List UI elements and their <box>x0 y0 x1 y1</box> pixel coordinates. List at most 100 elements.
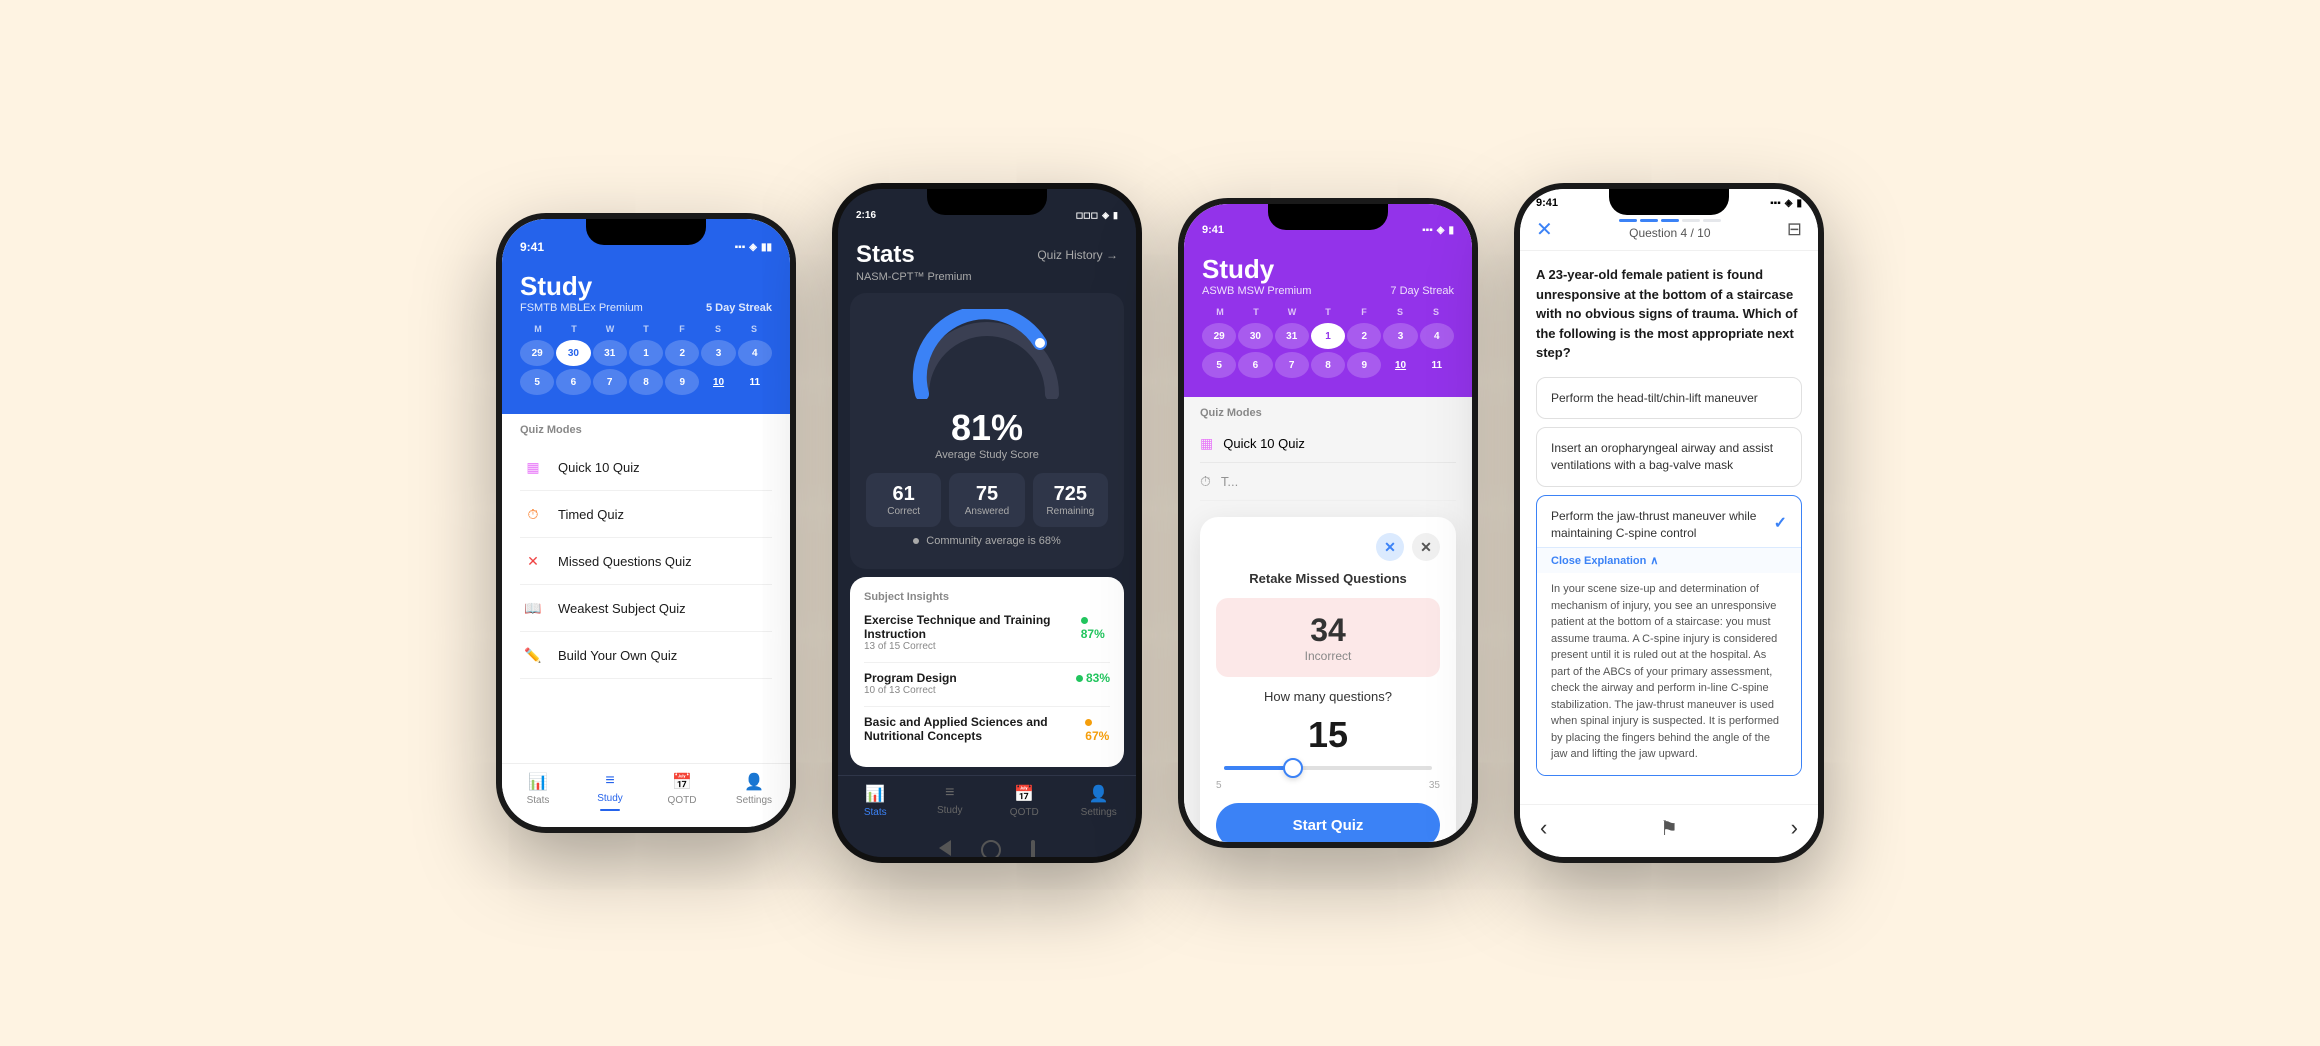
q-bookmark-icon[interactable]: ⊟ <box>1787 219 1802 240</box>
p2-nav-study[interactable]: ≡ Study <box>913 784 988 818</box>
quiz-mode-custom[interactable]: ✏️ Build Your Own Quiz <box>520 632 772 679</box>
p3-cal-8[interactable]: 8 <box>1311 352 1345 378</box>
modal-close-x-btn[interactable]: ✕ <box>1376 533 1404 561</box>
android-home[interactable] <box>981 840 1001 860</box>
answer-option-1[interactable]: Perform the head-tilt/chin-lift maneuver <box>1536 377 1802 420</box>
incorrect-box: 34 Incorrect <box>1216 598 1440 677</box>
stats-title: Stats <box>856 241 915 269</box>
p3-cal-11[interactable]: 11 <box>1420 352 1454 378</box>
insights-title: Subject Insights <box>864 591 1110 603</box>
quiz-mode-weakest[interactable]: 📖 Weakest Subject Quiz <box>520 585 772 632</box>
retake-title: Retake Missed Questions <box>1216 571 1440 586</box>
cal-day-9[interactable]: 9 <box>665 369 699 395</box>
subject-row-3: Basic and Applied Sciences and Nutrition… <box>864 715 1110 743</box>
battery-icon: ▮▮ <box>761 242 772 253</box>
subject-pct-1: 87% <box>1081 613 1110 641</box>
cal-day-1[interactable]: 1 <box>629 340 663 366</box>
cal-day-7[interactable]: 7 <box>593 369 627 395</box>
nav-qotd[interactable]: 📅 QOTD <box>646 772 718 811</box>
nav-settings-label: Settings <box>736 795 772 806</box>
cal-day-10[interactable]: 10 <box>701 369 735 395</box>
quiz-mode-missed[interactable]: ✕ Missed Questions Quiz <box>520 538 772 585</box>
android-recent[interactable] <box>1031 840 1035 860</box>
p2-nav-qotd[interactable]: 📅 QOTD <box>987 784 1062 818</box>
notch-4 <box>1609 189 1729 215</box>
cal-day-8[interactable]: 8 <box>629 369 663 395</box>
check-icon: ✓ <box>1774 513 1787 535</box>
p3-cal-31[interactable]: 31 <box>1275 323 1309 349</box>
answer-option-2[interactable]: Insert an oropharyngeal airway and assis… <box>1536 427 1802 487</box>
cal-day-30[interactable]: 30 <box>556 340 590 366</box>
timed-quiz-icon: ⏱ <box>520 501 546 527</box>
p3-day-s2: S <box>1418 307 1454 317</box>
cal-day-3[interactable]: 3 <box>701 340 735 366</box>
cal-day-6[interactable]: 6 <box>556 369 590 395</box>
q-flag-icon[interactable]: ⚑ <box>1660 816 1678 841</box>
p3-quick-label: Quick 10 Quiz <box>1223 436 1305 451</box>
p2-nav-stats[interactable]: 📊 Stats <box>838 784 913 818</box>
slider-thumb[interactable] <box>1283 758 1303 778</box>
cal-day-11[interactable]: 11 <box>738 369 772 395</box>
day-label-s2: S <box>736 324 772 334</box>
p3-day-s: S <box>1382 307 1418 317</box>
p3-cal-6[interactable]: 6 <box>1238 352 1272 378</box>
close-explanation-btn[interactable]: Close Explanation ∧ <box>1537 547 1801 573</box>
cal-day-31[interactable]: 31 <box>593 340 627 366</box>
close-explanation-label: Close Explanation <box>1551 555 1646 567</box>
study-nav-icon: ≡ <box>605 772 614 790</box>
p3-quick-icon: ▦ <box>1200 435 1213 452</box>
android-back[interactable] <box>939 840 951 856</box>
custom-quiz-icon: ✏️ <box>520 642 546 668</box>
p3-cal-29[interactable]: 29 <box>1202 323 1236 349</box>
q-prev-btn[interactable]: ‹ <box>1540 815 1547 841</box>
p3-cal-1[interactable]: 1 <box>1311 323 1345 349</box>
explanation-section: Perform the jaw-thrust maneuver while ma… <box>1536 495 1802 776</box>
p3-cal-5[interactable]: 5 <box>1202 352 1236 378</box>
p3-cal-10[interactable]: 10 <box>1383 352 1417 378</box>
p3-cal-4[interactable]: 4 <box>1420 323 1454 349</box>
cal-day-2[interactable]: 2 <box>665 340 699 366</box>
start-quiz-btn[interactable]: Start Quiz <box>1216 803 1440 848</box>
wifi-2: ◈ <box>1102 210 1109 221</box>
p3-day-f: F <box>1346 307 1382 317</box>
nav-study[interactable]: ≡ Study <box>574 772 646 811</box>
p3-cal-3[interactable]: 3 <box>1383 323 1417 349</box>
dot-green-1 <box>1081 617 1088 624</box>
missed-quiz-label: Missed Questions Quiz <box>558 554 692 569</box>
phone3-cert: ASWB MSW Premium <box>1202 285 1311 297</box>
p3-cal-30[interactable]: 30 <box>1238 323 1272 349</box>
nav-stats[interactable]: 📊 Stats <box>502 772 574 811</box>
gauge-svg <box>907 309 1067 399</box>
phone-question: 9:41 ▪▪▪ ◈ ▮ ✕ <box>1514 183 1824 863</box>
p3-quick-quiz[interactable]: ▦ Quick 10 Quiz <box>1200 425 1456 463</box>
weakest-quiz-icon: 📖 <box>520 595 546 621</box>
p3-timed-quiz[interactable]: ⏱ T... <box>1200 463 1456 501</box>
cal-day-29[interactable]: 29 <box>520 340 554 366</box>
p2-nav-settings[interactable]: 👤 Settings <box>1062 784 1137 818</box>
subject-name-3: Basic and Applied Sciences and Nutrition… <box>864 715 1085 743</box>
quiz-mode-timed[interactable]: ⏱ Timed Quiz <box>520 491 772 538</box>
question-text: A 23-year-old female patient is found un… <box>1536 265 1802 363</box>
phone-study: 9:41 ▪▪▪ ◈ ▮▮ Study FSMTB MBLEx Premium … <box>496 213 796 833</box>
quiz-mode-quick[interactable]: ▦ Quick 10 Quiz <box>520 444 772 491</box>
cal-day-5[interactable]: 5 <box>520 369 554 395</box>
stat-correct: 61 Correct <box>866 473 941 527</box>
p2-settings-icon: 👤 <box>1089 784 1109 804</box>
p2-stats-icon: 📊 <box>865 784 885 804</box>
p3-cal-9[interactable]: 9 <box>1347 352 1381 378</box>
cal-day-4[interactable]: 4 <box>738 340 772 366</box>
nav-settings[interactable]: 👤 Settings <box>718 772 790 811</box>
subject-pct-3: 67% <box>1085 715 1110 743</box>
modal-dismiss-btn[interactable]: ✕ <box>1412 533 1440 561</box>
q-close-btn[interactable]: ✕ <box>1536 217 1553 242</box>
quiz-history-link[interactable]: Quiz History → <box>1037 248 1118 262</box>
notch <box>586 219 706 245</box>
q-next-btn[interactable]: › <box>1791 815 1798 841</box>
avg-dot <box>913 538 919 544</box>
timed-quiz-label: Timed Quiz <box>558 507 624 522</box>
study-title: Study <box>520 271 772 302</box>
p3-cal-2[interactable]: 2 <box>1347 323 1381 349</box>
p3-cal-7[interactable]: 7 <box>1275 352 1309 378</box>
gauge-label: Average Study Score <box>866 449 1108 461</box>
wifi-3: ◈ <box>1437 225 1445 236</box>
